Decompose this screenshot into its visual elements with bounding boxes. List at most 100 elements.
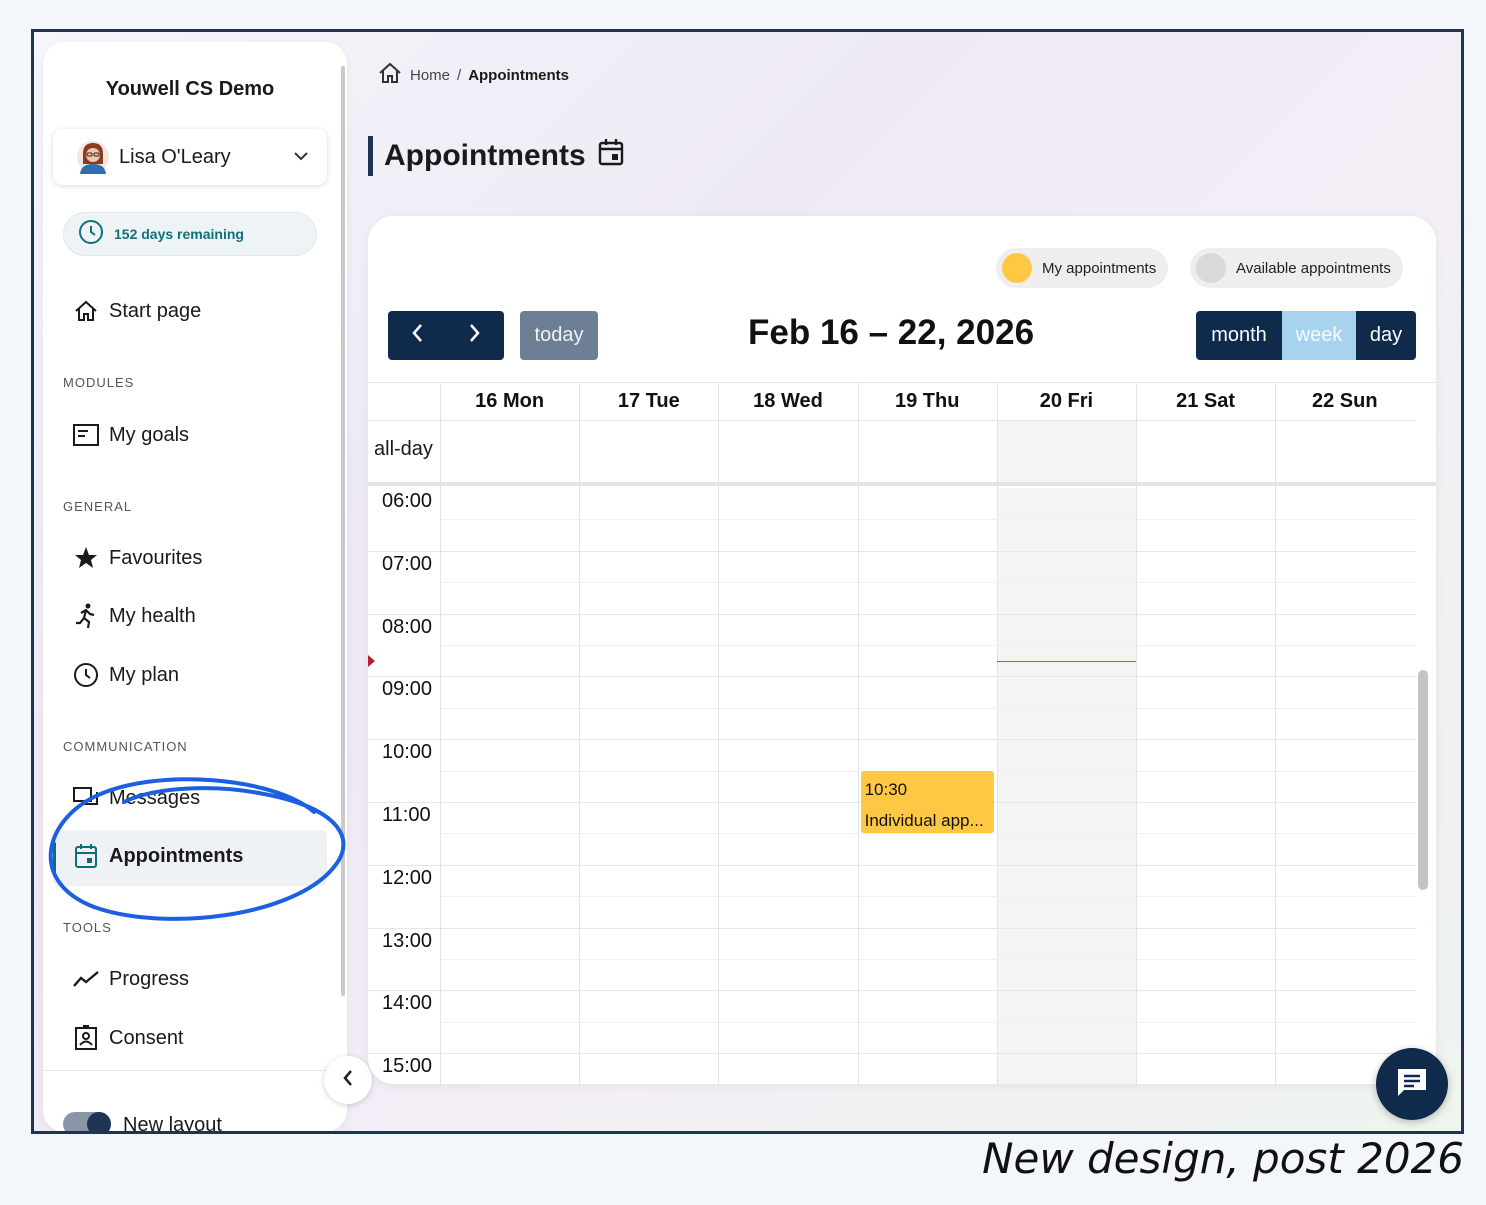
nav-label: My health [109,604,196,627]
breadcrumb: Home / Appointments [378,62,569,88]
chevron-right-icon [469,323,481,348]
section-general: GENERAL [63,499,133,514]
half-hour-line [440,1021,1416,1023]
legend-my-appointments[interactable]: My appointments [996,248,1169,288]
user-switcher[interactable]: Lisa O'Leary [53,129,327,185]
appointment-event[interactable]: 10:30 Individual app... [860,770,994,834]
legend-available-appointments[interactable]: Available appointments [1190,248,1403,288]
nav-label: My goals [109,423,190,446]
new-layout-label: New layout [123,1114,222,1132]
chat-icon [1395,1066,1429,1103]
breadcrumb-home[interactable]: Home [410,67,450,84]
day-header: 19 Thu [894,389,960,412]
highlighted-day-column [996,488,1136,1084]
event-title: Individual app... [864,810,984,830]
collapse-sidebar-button[interactable] [324,1056,372,1104]
hour-label: 12:00 [382,866,433,889]
nav-label: Appointments [109,844,244,867]
hour-label: 13:00 [382,929,433,952]
hour-label: 15:00 [382,1055,433,1078]
day-divider [857,382,859,1084]
nav-start-page[interactable]: Start page [73,298,201,324]
org-name: Youwell CS Demo [105,78,275,100]
day-divider [1136,382,1137,1084]
nav-my-plan[interactable]: My plan [73,662,179,688]
app-frame: Youwell CS Demo Lisa O'Leary 152 days re… [31,29,1464,1134]
week-grid: all-day 16 Mon 17 Tue 18 Wed 19 Thu 20 Fri 21… [368,382,1436,1084]
nav-label: Start page [109,299,202,322]
section-tools: TOOLS [63,920,112,935]
nav-my-health[interactable]: My health [73,603,196,629]
today-button[interactable]: today [520,311,598,360]
half-hour-line [440,519,1416,521]
hour-label: 06:00 [382,490,433,512]
hour-line [368,1053,1416,1055]
nav-appointments[interactable]: Appointments [73,843,243,869]
sidebar-divider [43,1070,337,1071]
hour-label: 08:00 [382,615,433,638]
view-day-button[interactable]: day [1356,311,1416,360]
day-header: 17 Tue [617,389,680,412]
hour-line [368,927,1416,929]
now-indicator-arrow [368,654,375,667]
clock-icon [78,219,104,250]
image-caption: New design, post 2026 [982,1134,1464,1183]
calendar-icon [598,138,624,174]
breadcrumb-separator: / [457,66,462,84]
nav-messages[interactable]: Messages [73,785,200,811]
sidebar-scrollbar[interactable] [341,66,345,996]
nav-my-goals[interactable]: My goals [73,422,189,448]
running-icon [73,603,99,629]
star-icon [73,545,99,571]
hour-label: 11:00 [382,804,431,826]
page-title: Appointments [384,138,624,174]
messages-icon [73,785,99,811]
hour-line [368,550,1416,552]
prev-button[interactable] [388,311,446,360]
view-month-button[interactable]: month [1196,311,1282,360]
sidebar: Youwell CS Demo Lisa O'Leary 152 days re… [43,42,347,1132]
hour-label: 07:00 [382,552,433,575]
section-communication: COMMUNICATION [63,739,188,754]
toggle-knob [87,1112,111,1131]
week-navigation [388,311,504,360]
day-divider [718,382,720,1084]
hour-line [368,739,1416,741]
home-icon[interactable] [378,62,402,88]
days-remaining-badge: 152 days remaining [63,212,317,256]
chevron-down-icon [293,148,309,166]
calendar-scrollbar[interactable] [1418,670,1428,890]
view-week-button[interactable]: week [1282,311,1356,360]
nav-label: Progress [109,967,190,990]
day-divider [579,382,581,1084]
goals-icon [73,422,99,448]
trend-icon [73,966,99,992]
avatar [77,140,109,174]
gutter-divider [440,382,441,1084]
chat-button[interactable] [1376,1048,1448,1120]
clock-icon [73,662,99,688]
id-badge-icon [73,1025,99,1051]
calendar-card: My appointments Available appointments t… [368,216,1436,1084]
day-header: 21 Sat [1176,389,1236,412]
nav-favourites[interactable]: Favourites [73,545,202,571]
next-button[interactable] [446,311,504,360]
half-hour-line [440,645,1416,646]
hour-line [368,990,1416,992]
nav-progress[interactable]: Progress [73,966,189,992]
date-range-title: Feb 16 – 22, 2026 [748,313,1035,352]
hour-label: 10:00 [382,741,433,764]
title-accent [368,136,373,176]
half-hour-line [440,896,1416,898]
new-layout-toggle[interactable] [63,1112,111,1131]
day-header: 16 Mon [475,389,545,412]
nav-label: Consent [109,1026,184,1049]
nav-active-indicator [53,842,56,874]
day-header: 18 Wed [753,389,823,412]
legend-swatch [1002,253,1032,283]
hour-line [368,676,1416,678]
hour-line [368,613,1416,615]
nav-consent[interactable]: Consent [73,1025,184,1051]
header-divider [368,420,1416,421]
day-header: 20 Fri [1039,389,1094,412]
